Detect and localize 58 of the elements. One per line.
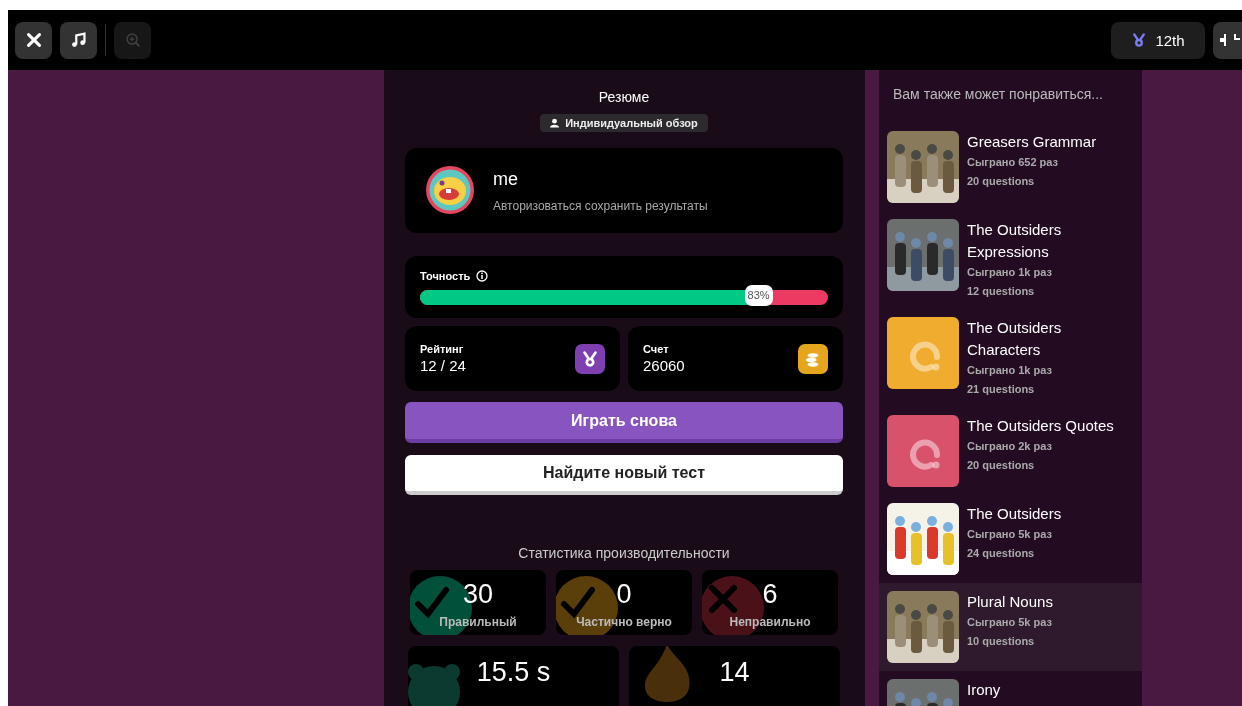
rank-badge[interactable]: 12th [1111,21,1205,59]
play-count: Сыграно 652 раз [967,155,1060,170]
quiz-item[interactable]: The Outsiders Quotes Сыграно 2k раз 20 questions [879,407,1142,495]
play-count: Сыграно 5k раз [967,527,1053,542]
quiz-title: Plural Nouns [967,592,1053,612]
stat-value: 15.5 s [476,657,551,689]
summary-title: Резюме [598,88,650,106]
person-icon [550,118,560,128]
medal-icon [581,349,599,368]
quiz-title: Greasers Grammar [967,132,1097,152]
question-count: 21 questions [967,382,1036,397]
info-icon [476,269,489,282]
stat-value: 30 [462,579,493,609]
play-again-button[interactable]: Играть снова [405,402,843,443]
play-count: Сыграно 1k раз [967,265,1053,280]
score-label: Счет [643,343,670,356]
quiz-title: The Outsiders Characters [967,318,1063,360]
rank-label: Рейтинг [420,343,465,356]
recommendations-title: Вам также может понравиться... [893,85,1104,104]
collapse-icon [1219,33,1241,47]
play-count: Сыграно 1k раз [967,363,1053,378]
quiz-item[interactable]: The Outsiders Сыграно 5k раз 24 questions [879,495,1142,583]
question-count: 20 questions [967,174,1036,189]
stat-value: 6 [762,579,778,609]
quiz-title: The Outsiders Quotes [967,416,1114,436]
stat-label: Частично верно [576,615,672,629]
close-button[interactable] [15,21,52,59]
quiz-item[interactable]: Irony [879,671,1142,706]
score-value: 26060 [643,357,685,375]
rank-value: 12 / 24 [420,357,466,375]
question-count: 24 questions [967,546,1036,561]
music-button[interactable] [60,21,97,59]
avatar-icon [425,165,475,216]
quiz-title: The Outsiders [967,504,1062,524]
question-count: 20 questions [967,458,1036,473]
quiz-title: Irony [967,680,1001,700]
quiz-item[interactable]: Plural Nouns Сыграно 5k раз 10 questions [879,583,1142,671]
quiz-title: The Outsiders Expressions [967,220,1063,262]
player-name: me [493,167,519,190]
find-quiz-button[interactable]: Найдите новый тест [405,454,843,495]
question-count: 12 questions [967,284,1036,299]
accuracy-percent: 83% [744,284,773,306]
quiz-item[interactable]: Greasers Grammar Сыграно 652 раз 20 questions [879,123,1142,211]
play-count: Сыграно 5k раз [967,615,1053,630]
stat-label: Неправильно [729,615,811,629]
question-count: 10 questions [967,634,1036,649]
stat-value: 0 [616,579,632,609]
stat-value: 14 [719,657,750,689]
medal-icon [1131,32,1148,48]
play-count: Сыграно 2k раз [967,439,1053,454]
mode-label: Индивидуальный обзор [565,117,698,129]
fullscreen-exit-button[interactable] [1213,21,1242,59]
quiz-item[interactable]: The Outsiders Expressions Сыграно 1k раз 12 questions [879,211,1142,309]
quiz-item[interactable]: The Outsiders Characters Сыграно 1k раз 21 questions [879,309,1142,407]
stats-title: Статистика производительности [518,545,730,561]
accuracy-label: Точность [420,269,471,282]
login-hint: Авторизоваться сохранить результаты [493,198,708,213]
stat-label: Правильный [439,615,517,629]
